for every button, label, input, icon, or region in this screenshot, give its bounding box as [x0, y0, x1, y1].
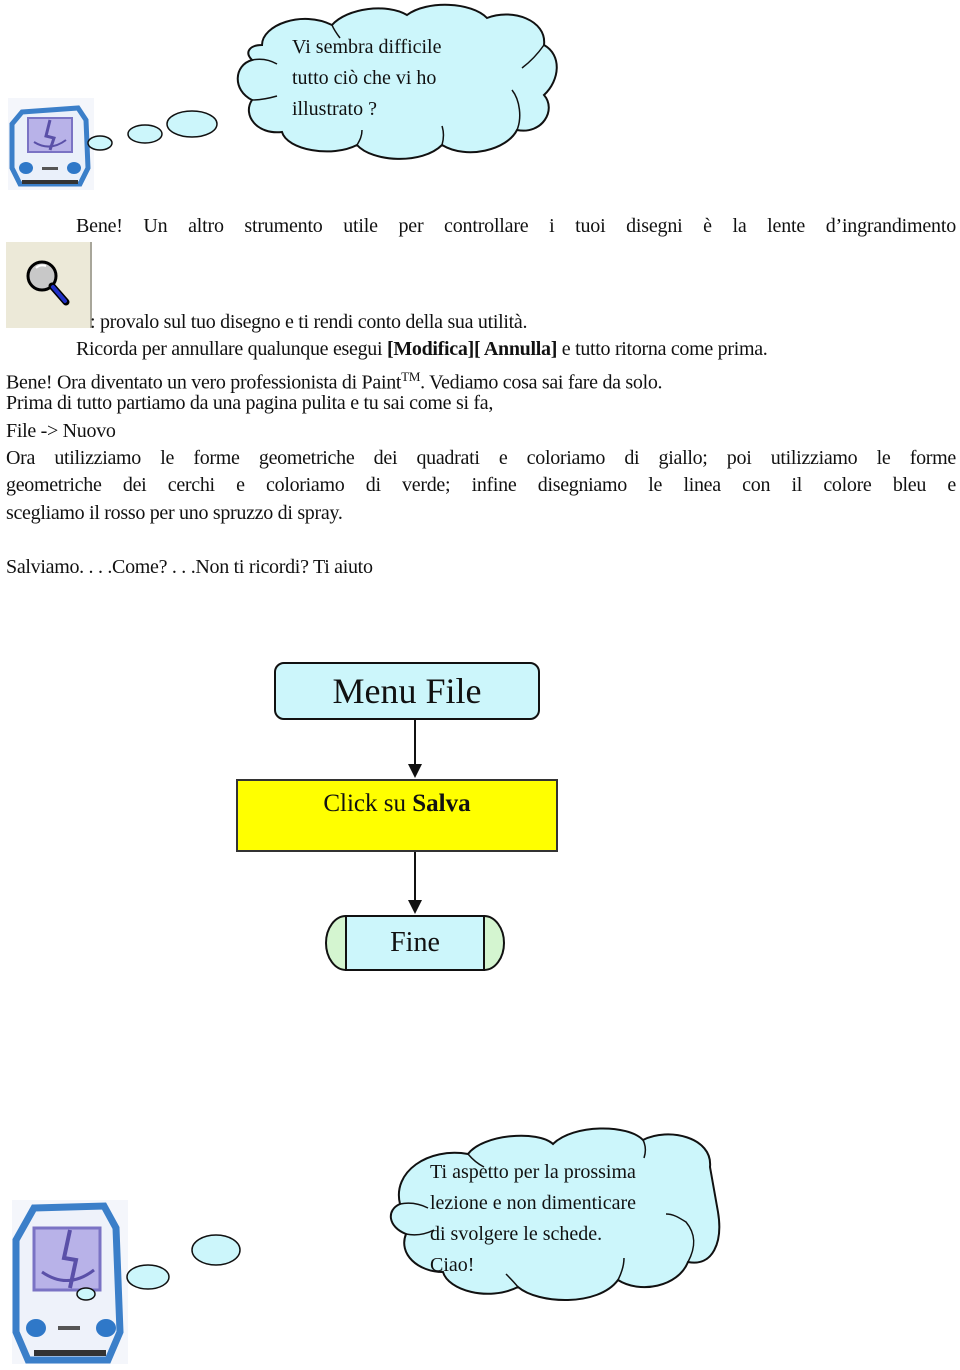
- top-bubble-line: Vi sembra difficile: [292, 36, 442, 58]
- undo-tip-menu-path: [Modifica][ Annulla]: [386, 338, 558, 360]
- undo-tip-prefix: Ricorda per annullare qualunque esegui: [76, 338, 387, 360]
- exercise-line-2: geometriche dei cerchi e coloriamo di ve…: [6, 474, 956, 496]
- top-bubble-line: tutto ciò che vi ho: [292, 67, 437, 89]
- bottom-bubble-line: Ti aspetto per la prossima: [430, 1161, 636, 1183]
- exercise-line-3: scegliamo il rosso per uno spruzzo di sp…: [6, 502, 343, 524]
- flowchart-arrow-1: [408, 720, 422, 778]
- clean-page-text: Prima di tutto partiamo da una pagina pu…: [6, 392, 494, 414]
- intro-line-2: : provalo sul tuo disegno e ti rendi con…: [90, 311, 528, 333]
- flowchart-start-label: Menu File: [332, 671, 482, 711]
- thought-dot-small: [76, 1287, 96, 1301]
- flowchart-action-label: Click su Salva: [323, 790, 470, 818]
- bottom-bubble-line: lezione e non dimenticare: [430, 1192, 637, 1214]
- flowchart-end-fine: Fine: [345, 915, 485, 971]
- flowchart-action-click-salva: Click su Salva: [236, 779, 558, 852]
- bottom-bubble-line: Ciao!: [430, 1254, 475, 1276]
- save-prompt: Salviamo. . . .Come? . . .Non ti ricordi…: [6, 556, 373, 578]
- exercise-line-1: Ora utilizziamo le forme geometriche dei…: [6, 447, 956, 469]
- flowchart-arrow-2: [408, 852, 422, 914]
- bottom-bubble-text: Ti aspetto per la prossima lezione e non…: [430, 1157, 636, 1281]
- top-bubble-line: illustrato ?: [292, 98, 377, 120]
- thought-dot-medium: [126, 1264, 170, 1290]
- intro-line-1: Bene! Un altro strumento utile per contr…: [76, 215, 956, 237]
- thought-dot-small: [87, 135, 113, 151]
- trademark-symbol: TM: [401, 369, 421, 384]
- thought-bubble-dots-bottom: [76, 1234, 241, 1301]
- flowchart-action-bold: Salva: [412, 790, 471, 817]
- magnifier-tool-icon: [6, 242, 92, 328]
- bottom-bubble-line: di svolgere le schede.: [430, 1223, 603, 1245]
- flowchart-action-prefix: Click su: [323, 790, 413, 817]
- file-new-text: File -> Nuovo: [6, 420, 116, 442]
- flowchart-start-menu-file: Menu File: [274, 662, 540, 720]
- thought-dot-large: [191, 1234, 241, 1266]
- undo-tip: Ricorda per annullare qualunque esegui […: [76, 336, 768, 363]
- top-bubble-text: Vi sembra difficile tutto ciò che vi ho …: [292, 32, 442, 125]
- thought-dot-large: [166, 110, 218, 138]
- flowchart-end-label: Fine: [390, 927, 440, 958]
- thought-dot-medium: [127, 124, 163, 144]
- undo-tip-suffix: e tutto ritorna come prima.: [557, 338, 768, 360]
